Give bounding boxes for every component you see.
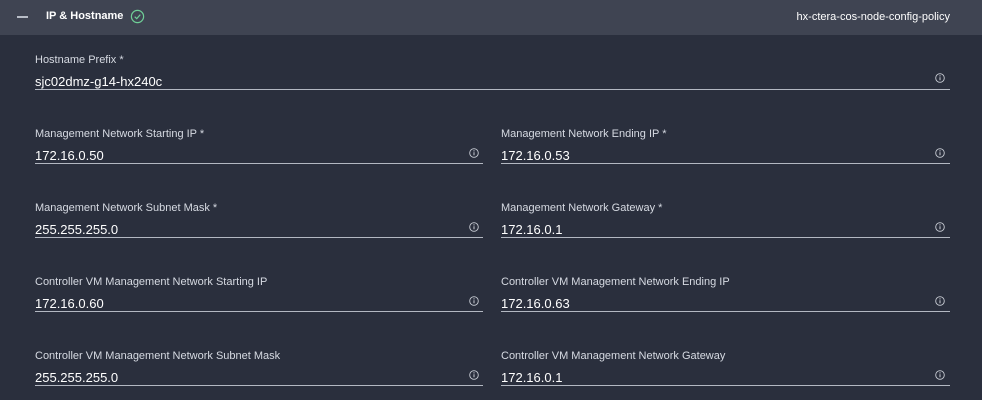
cvm-subnet-input[interactable]: 255.255.255.0 <box>35 370 118 385</box>
cvm-subnet-label: Controller VM Management Network Subnet … <box>35 350 281 362</box>
mgmt-subnet-underline <box>35 237 483 238</box>
mgmt-end-ip-field[interactable]: Management Network Ending IP * 172.16.0.… <box>501 128 950 168</box>
cvm-end-ip-field[interactable]: Controller VM Management Network Ending … <box>501 276 950 316</box>
cvm-gateway-underline <box>501 385 950 386</box>
cvm-end-ip-underline <box>501 311 950 312</box>
info-icon[interactable] <box>469 296 479 306</box>
cvm-gateway-input[interactable]: 172.16.0.1 <box>501 370 562 385</box>
info-icon[interactable] <box>935 222 945 232</box>
mgmt-gateway-label: Management Network Gateway * <box>501 202 663 214</box>
check-circle-icon <box>130 9 145 24</box>
info-icon[interactable] <box>935 73 945 83</box>
info-icon[interactable] <box>469 222 479 232</box>
section-header[interactable]: IP & Hostname hx-ctera-cos-node-config-p… <box>0 0 982 35</box>
mgmt-start-ip-input[interactable]: 172.16.0.50 <box>35 148 104 163</box>
cvm-end-ip-label: Controller VM Management Network Ending … <box>501 276 730 288</box>
mgmt-gateway-underline <box>501 237 950 238</box>
cvm-gateway-label: Controller VM Management Network Gateway <box>501 350 726 362</box>
hostname-prefix-field[interactable]: Hostname Prefix * sjc02dmz-g14-hx240c <box>35 54 950 94</box>
cvm-end-ip-input[interactable]: 172.16.0.63 <box>501 296 570 311</box>
cvm-start-ip-field[interactable]: Controller VM Management Network Startin… <box>35 276 483 316</box>
hostname-prefix-underline <box>35 89 950 90</box>
mgmt-end-ip-label: Management Network Ending IP * <box>501 128 667 140</box>
mgmt-subnet-label: Management Network Subnet Mask * <box>35 202 218 214</box>
mgmt-start-ip-field[interactable]: Management Network Starting IP * 172.16.… <box>35 128 483 168</box>
mgmt-subnet-field[interactable]: Management Network Subnet Mask * 255.255… <box>35 202 483 242</box>
mgmt-gateway-input[interactable]: 172.16.0.1 <box>501 222 562 237</box>
cvm-start-ip-input[interactable]: 172.16.0.60 <box>35 296 104 311</box>
mgmt-gateway-field[interactable]: Management Network Gateway * 172.16.0.1 <box>501 202 950 242</box>
cvm-start-ip-label: Controller VM Management Network Startin… <box>35 276 268 288</box>
hostname-prefix-label: Hostname Prefix * <box>35 54 124 66</box>
info-icon[interactable] <box>469 148 479 158</box>
section-title: IP & Hostname <box>46 10 124 22</box>
cvm-gateway-field[interactable]: Controller VM Management Network Gateway… <box>501 350 950 390</box>
collapse-icon[interactable] <box>17 16 28 18</box>
info-icon[interactable] <box>935 148 945 158</box>
info-icon[interactable] <box>469 370 479 380</box>
mgmt-end-ip-underline <box>501 163 950 164</box>
mgmt-subnet-input[interactable]: 255.255.255.0 <box>35 222 118 237</box>
policy-name: hx-ctera-cos-node-config-policy <box>796 11 950 23</box>
mgmt-end-ip-input[interactable]: 172.16.0.53 <box>501 148 570 163</box>
cvm-subnet-underline <box>35 385 483 386</box>
cvm-start-ip-underline <box>35 311 483 312</box>
info-icon[interactable] <box>935 296 945 306</box>
info-icon[interactable] <box>935 370 945 380</box>
hostname-prefix-input[interactable]: sjc02dmz-g14-hx240c <box>35 74 162 89</box>
mgmt-start-ip-underline <box>35 163 483 164</box>
cvm-subnet-field[interactable]: Controller VM Management Network Subnet … <box>35 350 483 390</box>
mgmt-start-ip-label: Management Network Starting IP * <box>35 128 205 140</box>
